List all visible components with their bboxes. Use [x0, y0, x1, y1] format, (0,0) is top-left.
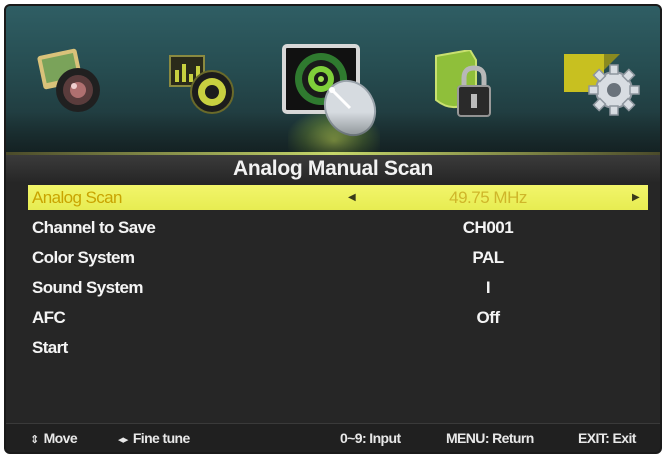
sound-menu-icon[interactable] — [166, 48, 242, 118]
speaker-icon — [169, 55, 234, 114]
row-value: 49.75 MHz — [449, 188, 527, 207]
menu-row-sound-system[interactable]: Sound System I — [28, 275, 648, 300]
row-label: Sound System — [32, 278, 143, 297]
lock-shield-icon — [435, 48, 491, 117]
hint-fine-tune: ◂▸ Fine tune — [118, 430, 190, 446]
setup-menu-icon[interactable] — [562, 48, 642, 118]
picture-menu-icon[interactable] — [34, 46, 104, 116]
menu-title: Analog Manual Scan — [6, 155, 660, 183]
hint-exit: EXIT: Exit — [578, 430, 636, 446]
hint-menu-return: MENU: Return — [446, 430, 534, 446]
row-value: I — [485, 278, 491, 297]
row-label: Color System — [32, 248, 135, 267]
row-value: Off — [476, 308, 500, 327]
up-down-arrows-icon: ⇕ — [30, 434, 39, 446]
row-value: PAL — [472, 248, 504, 267]
tv-osd-screen: Analog Manual Scan Analog Scan ◀ 49.75 M… — [4, 4, 662, 454]
menu-row-start[interactable]: Start — [28, 335, 648, 360]
satellite-dish-icon — [282, 44, 377, 137]
arrow-right-icon[interactable]: ▶ — [632, 185, 640, 210]
footer-hints: ⇕ Move ◂▸ Fine tune 0~9: Input MENU: Retur… — [6, 423, 660, 452]
row-label: Start — [32, 338, 68, 357]
hint-input: 0~9: Input — [340, 430, 401, 446]
hint-move: ⇕ Move — [30, 430, 78, 446]
row-value: CH001 — [462, 218, 514, 237]
menu-icon-bar — [6, 6, 660, 154]
gear-icon — [564, 54, 640, 116]
menu-row-afc[interactable]: AFC Off — [28, 305, 648, 330]
picture-icon — [37, 48, 100, 112]
lock-menu-icon[interactable] — [430, 48, 500, 122]
active-menu-glow — [288, 110, 380, 154]
menu-list: Analog Scan ◀ 49.75 MHz ▶ Channel to Sav… — [6, 183, 660, 423]
row-label: AFC — [32, 308, 66, 327]
row-label: Analog Scan — [32, 188, 122, 207]
menu-row-channel-to-save[interactable]: Channel to Save CH001 — [28, 215, 648, 240]
channel-menu-icon[interactable] — [282, 38, 382, 142]
row-label: Channel to Save — [32, 218, 156, 237]
menu-row-color-system[interactable]: Color System PAL — [28, 245, 648, 270]
menu-row-analog-scan[interactable]: Analog Scan ◀ 49.75 MHz ▶ — [28, 185, 648, 210]
arrow-left-icon[interactable]: ◀ — [348, 185, 356, 210]
left-right-arrows-icon: ◂▸ — [118, 434, 128, 446]
